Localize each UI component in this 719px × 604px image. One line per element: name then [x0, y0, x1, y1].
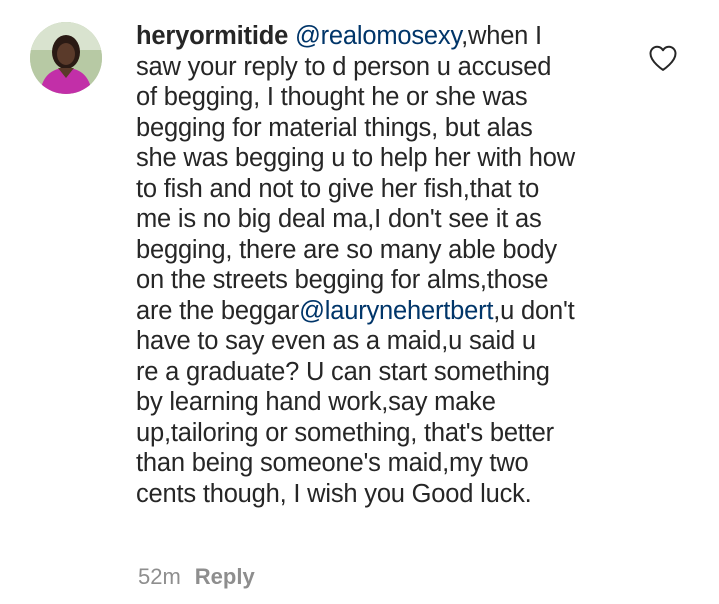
comment-line: up,tailoring or something, that's better [136, 418, 554, 447]
like-button[interactable] [648, 44, 678, 72]
comment-line: to fish and not to give her fish,that to [136, 174, 540, 203]
comment-line: of begging, I thought he or she was [136, 83, 528, 111]
comment-line: re a graduate? U can start something [136, 357, 550, 386]
comment-line: by learning hand work,say make [136, 388, 496, 416]
comment-line: she was begging u to help her with how [136, 144, 575, 172]
avatar-image [30, 22, 102, 94]
comment-item: heryormitide @realomosexy,when I saw you… [0, 0, 719, 604]
username-link[interactable]: heryormitide [136, 22, 288, 50]
timestamp: 52m [138, 564, 181, 589]
reply-button[interactable]: Reply [195, 564, 255, 589]
comment-line: on the streets begging for alms,those [136, 266, 549, 294]
comment-text-segment: are the beggar [136, 296, 300, 325]
avatar[interactable] [30, 22, 102, 94]
comment-line: have to say even as a maid,u said u [136, 327, 536, 355]
heart-outline-icon [649, 45, 677, 71]
mention-link[interactable]: @laurynehertbert [299, 297, 493, 325]
comment-text-segment: ,u don't [493, 296, 575, 325]
comment-body: heryormitide @realomosexy,when I saw you… [136, 21, 636, 509]
comment-line: than being someone's maid,my two [136, 449, 529, 477]
comment-line: heryormitide @realomosexy,when I [136, 21, 636, 52]
comment-line: cents though, I wish you Good luck. [136, 479, 532, 508]
comment-line: begging, there are so many able body [136, 235, 557, 264]
comment-meta: 52m Reply [138, 563, 255, 591]
comment-line: saw your reply to d person u accused [136, 52, 552, 81]
comment-line: begging for material things, but alas [136, 113, 533, 142]
comment-line: me is no big deal ma,I don't see it as [136, 205, 542, 233]
comment-text-segment: ,when I [461, 22, 542, 50]
comment-line: are the beggar@laurynehertbert,u don't [136, 296, 636, 327]
mention-link[interactable]: @realomosexy [295, 22, 461, 50]
